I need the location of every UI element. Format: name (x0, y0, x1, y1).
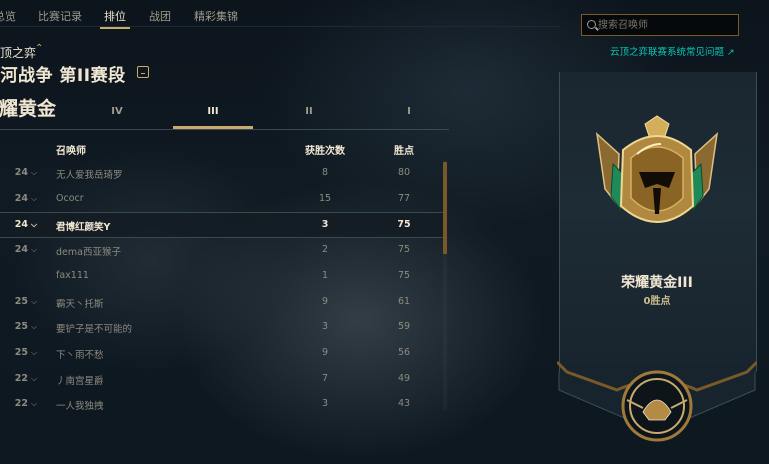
row-rank: 25 (14, 295, 28, 307)
nav-tab-highlights[interactable]: 精彩集锦 (194, 8, 238, 24)
table-row[interactable]: 25 ⌵ 要铲子是不可能的 3 59 (0, 315, 445, 339)
gold-rank-emblem-icon (595, 115, 719, 223)
rank-chevron-icon: ⌵ (31, 322, 38, 332)
nav-tab-overview[interactable]: 总览 (0, 8, 16, 24)
row-summoner-name: dema西亚猴子 (56, 247, 121, 259)
rank-chevron-icon: ⌵ (31, 245, 38, 255)
row-wins: 9 (321, 346, 329, 358)
table-row[interactable]: 25 ⌵ 下丶雨不愁 9 56 (0, 341, 445, 365)
row-lp: 49 (397, 372, 411, 384)
division-tab-ii[interactable]: II (269, 106, 349, 117)
column-header-wins: 获胜次数 (305, 146, 345, 157)
row-wins: 2 (321, 244, 329, 256)
row-lp: 56 (397, 346, 411, 358)
season-info-icon[interactable] (137, 66, 149, 78)
summoner-search-input[interactable] (598, 18, 734, 32)
row-lp: 77 (397, 192, 411, 204)
division-tab-iv[interactable]: IV (77, 106, 157, 117)
rank-chevron-icon: ⌵ (31, 168, 38, 177)
row-rank: 25 (14, 321, 28, 333)
table-row[interactable]: 24 ⌵ Ococr 15 77 (0, 187, 445, 211)
row-summoner-name: Ococr (56, 192, 84, 204)
summoner-search-box[interactable] (581, 14, 739, 36)
rank-chevron-icon: ⌵ (31, 193, 38, 203)
row-rank: 24 (14, 167, 28, 178)
row-wins: 15 (318, 192, 332, 204)
row-lp: 75 (397, 269, 411, 281)
rank-chevron-icon: ⌵ (31, 373, 38, 383)
row-summoner-name: 要铲子是不可能的 (56, 324, 133, 336)
division-tab-i[interactable]: I (369, 106, 449, 117)
rank-banner (557, 72, 757, 458)
table-row[interactable]: fax111 1 75 (0, 264, 445, 288)
queue-mode-chevron-icon[interactable]: ⌃ (35, 43, 43, 54)
table-row[interactable]: 22 ⌵ 一人我独拽 3 43 (0, 392, 445, 416)
table-row[interactable]: 25 ⌵ 霸天丶托斯 9 61 (0, 290, 445, 314)
column-header-summoner: 召唤师 (56, 146, 86, 157)
row-rank: 24 (14, 244, 28, 256)
table-row[interactable]: 24 ⌵ 无人爱我岳琦罗 8 80 (0, 161, 445, 185)
row-rank: 22 (14, 372, 28, 384)
column-header-lp: 胜点 (394, 146, 414, 157)
row-rank: 22 (14, 398, 28, 410)
search-icon (587, 20, 596, 29)
rank-chevron-icon: ⌵ (31, 347, 38, 357)
row-wins: 3 (321, 321, 329, 333)
row-summoner-name: 下丶雨不愁 (56, 349, 104, 361)
row-lp: 61 (397, 295, 411, 307)
row-wins: 7 (321, 372, 329, 384)
rank-chevron-icon: ⌵ (31, 296, 38, 306)
table-row[interactable]: 22 ⌵ 丿南宫星爵 7 49 (0, 367, 445, 391)
table-row[interactable]: 24 ⌵ dema西亚猴子 2 75 (0, 238, 445, 262)
rank-chevron-icon: ⌵ (31, 220, 38, 230)
queue-mode-label[interactable]: 云顶之弈 (0, 44, 36, 61)
row-summoner-name: 霸天丶托斯 (56, 298, 104, 310)
row-wins: 8 (321, 167, 329, 178)
division-divider (0, 129, 449, 130)
season-title: 银河战争 第II赛段 (0, 66, 126, 86)
row-summoner-name: 丿南宫星爵 (56, 375, 104, 387)
nav-tab-ranked[interactable]: 排位 (100, 8, 130, 29)
row-lp: 75 (397, 244, 411, 256)
row-rank: 24 (14, 219, 28, 231)
rank-chevron-icon: ⌵ (31, 399, 38, 409)
row-wins: 1 (321, 269, 329, 281)
row-lp: 80 (397, 167, 411, 178)
row-summoner-name: fax111 (56, 269, 89, 281)
faq-link[interactable]: 云顶之弈联赛系统常见问题 ↗ (610, 44, 735, 58)
row-wins: 9 (321, 295, 329, 307)
table-row-current-player[interactable]: 24 ⌵ 君博红颜笑Y 3 75 (0, 212, 445, 239)
external-link-icon: ↗ (727, 48, 735, 58)
nav-tab-match-history[interactable]: 比赛记录 (38, 8, 82, 24)
row-lp: 43 (397, 398, 411, 410)
row-wins: 3 (321, 398, 329, 410)
nav-divider (0, 26, 560, 27)
row-rank: 25 (14, 346, 28, 358)
row-summoner-name: 一人我独拽 (56, 401, 104, 413)
division-tab-iii[interactable]: III (173, 106, 253, 117)
current-rank-lp: 0胜点 (643, 296, 671, 307)
row-wins: 3 (321, 219, 329, 231)
current-rank-name: 荣耀黄金III (621, 275, 693, 291)
row-summoner-name: 君博红颜笑Y (56, 222, 111, 234)
row-lp: 59 (397, 321, 411, 333)
faq-link-label[interactable]: 云顶之弈联赛系统常见问题 (610, 47, 724, 58)
nav-tab-clash[interactable]: 战团 (149, 8, 171, 24)
row-lp: 75 (397, 219, 411, 231)
row-rank: 24 (14, 192, 28, 204)
row-summoner-name: 无人爱我岳琦罗 (56, 170, 123, 181)
tier-name: 荣耀黄金 (0, 98, 57, 120)
scrollbar-thumb[interactable] (443, 162, 447, 254)
